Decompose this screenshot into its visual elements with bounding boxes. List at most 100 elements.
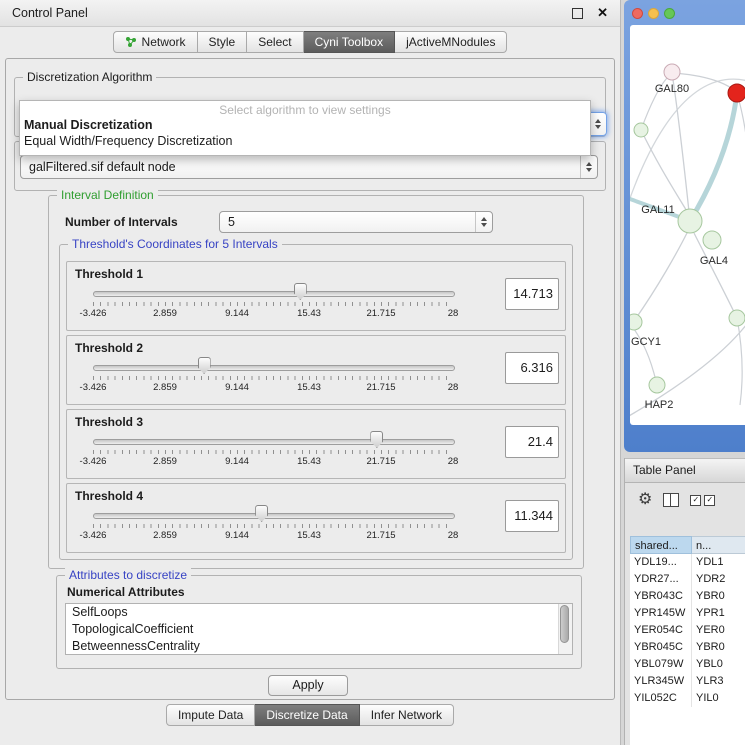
table-data-combobox[interactable]: galFiltered.sif default node	[20, 155, 598, 179]
number-of-intervals-combobox[interactable]: 5	[219, 211, 493, 233]
bottom-tab-bar: Impute Data Discretize Data Infer Networ…	[0, 704, 620, 726]
slider-thumb[interactable]	[294, 283, 307, 300]
threshold-value-field[interactable]: 21.4	[505, 426, 559, 458]
network-graph: GAL80 GAL11 GAL4 GCY1 HAP2	[630, 25, 745, 425]
table-row[interactable]: YLR345WYLR3	[630, 673, 745, 690]
slider-thumb[interactable]	[198, 357, 211, 374]
float-window-icon[interactable]	[572, 8, 583, 19]
select-none-checkbox-icon[interactable]: ✓	[704, 495, 715, 506]
group-title: Interval Definition	[57, 188, 158, 202]
group-title: Discretization Algorithm	[23, 70, 156, 84]
tab-infer-network[interactable]: Infer Network	[360, 704, 454, 726]
list-item[interactable]: SelfLoops	[66, 604, 572, 621]
column-header-name[interactable]: n...	[692, 536, 745, 554]
node[interactable]	[634, 123, 648, 137]
table-panel-titlebar: Table Panel	[625, 458, 745, 483]
threshold-panel: Threshold 4 -3.426 2.859 9.144 15.43 21.…	[66, 483, 566, 553]
table-row[interactable]: YER054CYER0	[630, 622, 745, 639]
slider-ticks	[93, 376, 453, 380]
apply-button[interactable]: Apply	[268, 675, 348, 696]
close-icon[interactable]: ✕	[597, 5, 608, 21]
threshold-value-field[interactable]: 6.316	[505, 352, 559, 384]
slider-track[interactable]	[93, 365, 455, 371]
close-traffic-light-icon[interactable]	[632, 8, 643, 19]
group-title: Attributes to discretize	[65, 568, 191, 582]
slider-scale-labels: -3.426 2.859 9.144 15.43 21.715 28	[93, 456, 453, 468]
number-of-intervals-value: 5	[220, 215, 475, 229]
threshold-panel: Threshold 1 -3.426 2.859 9.144 15.43 21.…	[66, 261, 566, 331]
thresholds-group: Threshold's Coordinates for 5 Intervals …	[59, 244, 573, 560]
slider-scale-labels: -3.426 2.859 9.144 15.43 21.715 28	[93, 530, 453, 542]
slider-track[interactable]	[93, 291, 455, 297]
table-panel-window: Table Panel ⚙ ✓ ✓ shared... n... YDL19..…	[624, 458, 745, 745]
algorithm-dropdown-popup: Select algorithm to view settings Manual…	[19, 100, 591, 156]
node[interactable]	[729, 310, 745, 326]
scrollbar-thumb[interactable]	[560, 605, 569, 643]
tab-select[interactable]: Select	[247, 31, 303, 53]
slider-track[interactable]	[93, 513, 455, 519]
window-controls	[632, 8, 675, 19]
dropdown-option-manual-discretization[interactable]: Manual Discretization	[20, 117, 590, 133]
tab-discretize-data[interactable]: Discretize Data	[255, 704, 359, 726]
threshold-value-field[interactable]: 11.344	[505, 500, 559, 532]
table-row[interactable]: YDL19...YDL1	[630, 554, 745, 571]
table-row[interactable]: YBR043CYBR0	[630, 588, 745, 605]
tab-cyni-toolbox[interactable]: Cyni Toolbox	[304, 31, 395, 53]
node-label: GAL11	[641, 204, 674, 216]
node-gcy1[interactable]	[630, 314, 642, 330]
top-tab-bar: Network Style Select Cyni Toolbox jActiv…	[0, 31, 620, 53]
network-view-window: GAL80 GAL11 GAL4 GCY1 HAP2	[624, 0, 745, 452]
node-selected-red[interactable]	[728, 84, 745, 102]
number-of-intervals-label: Number of Intervals	[65, 215, 178, 229]
node-label: GAL4	[700, 255, 728, 267]
numerical-attributes-list: SelfLoops TopologicalCoefficient Between…	[65, 603, 573, 655]
tab-label: Network	[142, 35, 186, 49]
select-all-checkbox-icon[interactable]: ✓	[690, 495, 701, 506]
table-header-row: shared... n...	[630, 536, 745, 554]
threshold-value-field[interactable]: 14.713	[505, 278, 559, 310]
minimize-traffic-light-icon[interactable]	[648, 8, 659, 19]
tab-style[interactable]: Style	[198, 31, 248, 53]
dropdown-option-equal-width[interactable]: Equal Width/Frequency Discretization	[20, 133, 590, 149]
combobox-stepper-icon[interactable]	[580, 156, 597, 178]
list-item[interactable]: BetweennessCentrality	[66, 638, 572, 655]
slider-ticks	[93, 524, 453, 528]
control-panel-window: Control Panel ✕ Network Style Select Cyn…	[0, 0, 621, 745]
table-row[interactable]: YBL079WYBL0	[630, 656, 745, 673]
list-item[interactable]: TopologicalCoefficient	[66, 621, 572, 638]
network-canvas[interactable]: GAL80 GAL11 GAL4 GCY1 HAP2	[630, 25, 745, 425]
zoom-traffic-light-icon[interactable]	[664, 8, 675, 19]
columns-icon[interactable]	[663, 493, 679, 507]
node-gal80[interactable]	[664, 64, 680, 80]
threshold-panel: Threshold 2 -3.426 2.859 9.144 15.43 21.…	[66, 335, 566, 405]
table-row[interactable]: YDR27...YDR2	[630, 571, 745, 588]
table-toolbar: ⚙ ✓ ✓	[625, 484, 745, 516]
list-scrollbar[interactable]	[558, 604, 572, 654]
gear-icon[interactable]: ⚙	[638, 492, 652, 508]
slider-thumb[interactable]	[370, 431, 383, 448]
combobox-stepper-icon[interactable]	[475, 212, 492, 232]
slider-thumb[interactable]	[255, 505, 268, 522]
tab-impute-data[interactable]: Impute Data	[166, 704, 255, 726]
column-header-shared-name[interactable]: shared...	[630, 536, 692, 554]
slider-ticks	[93, 302, 453, 306]
node-label: HAP2	[645, 399, 674, 411]
slider-track[interactable]	[93, 439, 455, 445]
dropdown-placeholder-option[interactable]: Select algorithm to view settings	[20, 101, 590, 117]
discretization-algorithm-group: Discretization Algorithm Select algorith…	[14, 77, 606, 137]
numerical-attributes-label: Numerical Attributes	[67, 585, 185, 599]
node-label: GAL80	[655, 83, 689, 95]
table-row[interactable]: YIL052CYIL0	[630, 690, 745, 707]
combobox-stepper-icon[interactable]	[589, 113, 606, 135]
table-row[interactable]: YBR045CYBR0	[630, 639, 745, 656]
table-row[interactable]: YPR145WYPR1	[630, 605, 745, 622]
tab-jactivemnodules[interactable]: jActiveMNodules	[395, 31, 507, 53]
tab-network[interactable]: Network	[113, 31, 198, 53]
node-gal4[interactable]	[703, 231, 721, 249]
interval-definition-group: Interval Definition Number of Intervals …	[48, 195, 584, 569]
node-table: shared... n... YDL19...YDL1 YDR27...YDR2…	[630, 536, 745, 745]
node-hap2[interactable]	[649, 377, 665, 393]
slider-ticks	[93, 450, 453, 454]
node-gal11[interactable]	[678, 209, 702, 233]
control-panel-titlebar: Control Panel ✕	[0, 0, 620, 27]
